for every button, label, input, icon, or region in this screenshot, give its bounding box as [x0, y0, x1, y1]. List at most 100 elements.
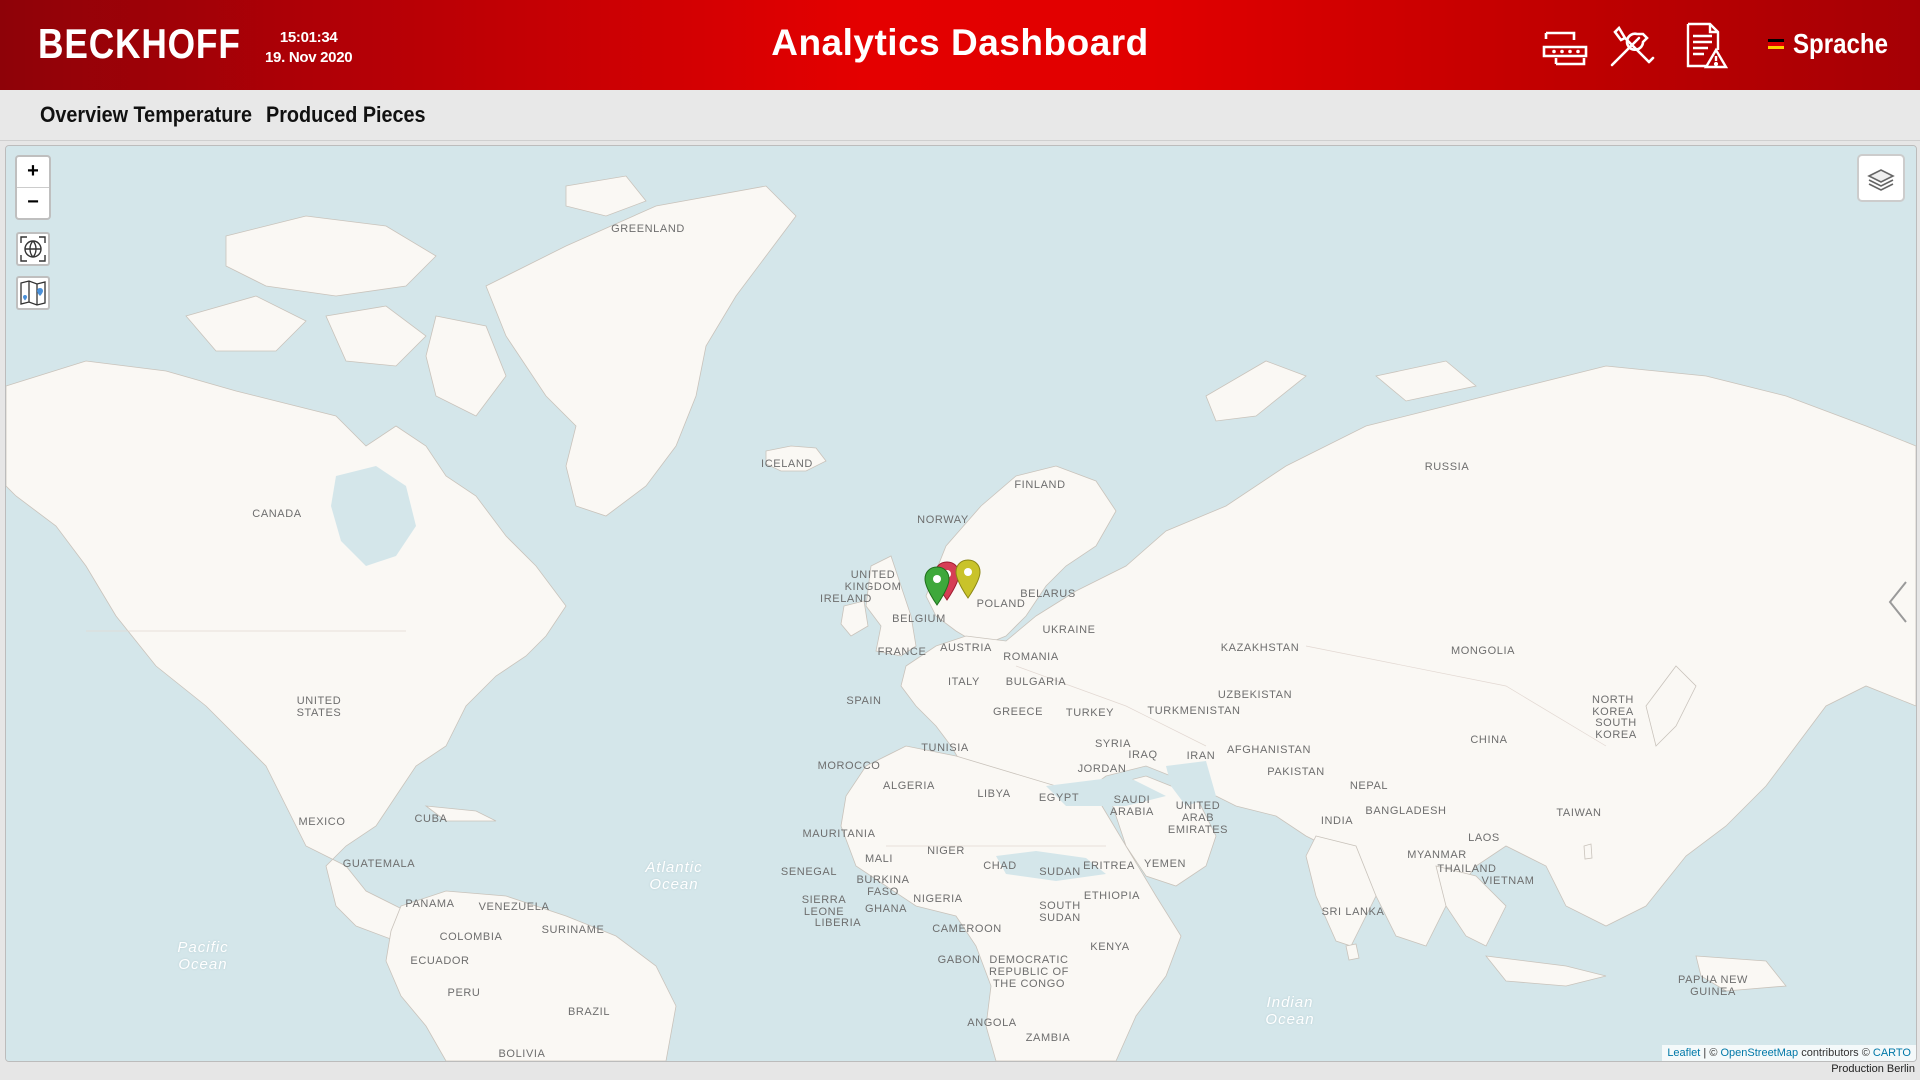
- zoom-out-button[interactable]: −: [17, 187, 49, 218]
- map-label: BURKINA FASO: [856, 874, 910, 898]
- map-label: DEMOCRATIC REPUBLIC OF THE CONGO: [989, 954, 1069, 990]
- map-label: NIGERIA: [913, 893, 963, 905]
- map-label: IRELAND: [820, 593, 872, 605]
- map-label: INDIA: [1320, 815, 1354, 827]
- map-label: GUATEMALA: [342, 858, 416, 870]
- map-label: SOUTH KOREA: [1595, 717, 1637, 741]
- map-label: IRAQ: [1128, 749, 1158, 761]
- locate-map-icon[interactable]: [16, 276, 50, 310]
- header-bar: BECKHOFF 15:01:34 19. Nov 2020 Analytics…: [0, 0, 1920, 90]
- map-label: JORDAN: [1077, 763, 1127, 775]
- zoom-control: + −: [15, 155, 51, 220]
- ocean-label: Indian Ocean: [1265, 994, 1315, 1028]
- map-label: MAURITANIA: [802, 828, 876, 840]
- map-attribution: Leaflet | © OpenStreetMap contributors ©…: [1662, 1045, 1916, 1061]
- map-label: FINLAND: [1014, 479, 1066, 491]
- map-label: CHINA: [1470, 734, 1508, 746]
- map-label: ITALY: [948, 676, 980, 688]
- layers-icon[interactable]: [1857, 154, 1905, 202]
- map-label: NORTH KOREA: [1592, 694, 1634, 718]
- map-label: SRI LANKA: [1321, 906, 1385, 918]
- map-label: PERU: [447, 987, 481, 999]
- language-selector[interactable]: Sprache: [1768, 28, 1904, 60]
- map-label: BRAZIL: [567, 1006, 611, 1018]
- map-label: LIBERIA: [814, 917, 862, 929]
- map-label: POLAND: [976, 598, 1026, 610]
- map-label: TUNISIA: [921, 742, 969, 754]
- map-label: AUSTRIA: [940, 642, 992, 654]
- map-label: FRANCE: [877, 646, 927, 658]
- map-label: NORWAY: [917, 514, 969, 526]
- map-label: PAPUA NEW GUINEA: [1678, 974, 1748, 998]
- status-text: Production Berlin: [1831, 1063, 1915, 1075]
- map-label: CHAD: [983, 860, 1017, 872]
- map-label: SURINAME: [541, 924, 605, 936]
- map-label: ROMANIA: [1003, 651, 1059, 663]
- tab-produced-pieces[interactable]: Produced Pieces: [266, 102, 426, 128]
- map-label: UNITED STATES: [296, 695, 342, 719]
- map-label: SIERRA LEONE: [801, 894, 847, 918]
- map-label: SUDAN: [1039, 866, 1081, 878]
- map-label: SAUDI ARABIA: [1110, 794, 1154, 818]
- map-label: ALGERIA: [883, 780, 935, 792]
- carto-link[interactable]: CARTO: [1873, 1047, 1911, 1059]
- map-label: ECUADOR: [410, 955, 470, 967]
- map-label: TURKMENISTAN: [1147, 705, 1241, 717]
- map-label: BELARUS: [1020, 588, 1076, 600]
- tab-overview-temperature[interactable]: Overview Temperature: [40, 102, 252, 128]
- map-label: ZAMBIA: [1025, 1032, 1071, 1044]
- navigation-bar: Overview Temperature Produced Pieces: [0, 90, 1920, 141]
- map-marker-green[interactable]: [924, 566, 950, 606]
- leaflet-link[interactable]: Leaflet: [1667, 1047, 1700, 1059]
- map-marker-yellow[interactable]: [955, 559, 981, 599]
- map-label: BELGIUM: [892, 613, 946, 625]
- map-label: MOROCCO: [817, 760, 881, 772]
- map-label: MEXICO: [298, 816, 346, 828]
- map-label: SENEGAL: [780, 866, 838, 878]
- map-label: VIETNAM: [1481, 875, 1535, 887]
- map-label: UKRAINE: [1042, 624, 1096, 636]
- map-label: LAOS: [1468, 832, 1500, 844]
- alarm-document-icon[interactable]: [1680, 20, 1730, 70]
- map-label: BULGARIA: [1005, 676, 1067, 688]
- map-label: GABON: [937, 954, 981, 966]
- map-label: BANGLADESH: [1365, 805, 1447, 817]
- map-label: AFGHANISTAN: [1226, 744, 1312, 756]
- map-label: KENYA: [1090, 941, 1130, 953]
- openstreetmap-link[interactable]: OpenStreetMap: [1720, 1047, 1798, 1059]
- map-label: ERITREA: [1083, 860, 1135, 872]
- map-label: SPAIN: [846, 695, 882, 707]
- map-label: CAMEROON: [932, 923, 1002, 935]
- zoom-in-button[interactable]: +: [17, 157, 49, 187]
- language-label: Sprache: [1793, 28, 1889, 59]
- map-label: BOLIVIA: [498, 1048, 546, 1060]
- connection-icon[interactable]: [1540, 20, 1590, 70]
- world-map[interactable]: GREENLAND ICELAND CANADA UNITED STATES M…: [5, 145, 1917, 1062]
- fullscreen-icon[interactable]: [16, 232, 50, 266]
- map-label: MYANMAR: [1407, 849, 1467, 861]
- map-label: NIGER: [927, 845, 965, 857]
- map-label: MONGOLIA: [1450, 645, 1516, 657]
- map-label: UNITED KINGDOM: [844, 569, 902, 593]
- map-label: TAIWAN: [1556, 807, 1602, 819]
- map-label: NEPAL: [1349, 780, 1389, 792]
- tools-icon[interactable]: [1607, 20, 1657, 70]
- map-label: THAILAND: [1437, 863, 1497, 875]
- map-label: SOUTH SUDAN: [1039, 900, 1081, 924]
- map-label: MALI: [864, 853, 894, 865]
- map-label: PAKISTAN: [1267, 766, 1325, 778]
- map-label: EGYPT: [1038, 792, 1080, 804]
- map-label: SYRIA: [1094, 738, 1132, 750]
- attribution-text: contributors ©: [1798, 1047, 1873, 1059]
- map-label: PANAMA: [405, 898, 455, 910]
- map-label: RUSSIA: [1424, 461, 1470, 473]
- chevron-left-icon[interactable]: [1886, 578, 1910, 626]
- map-label: TURKEY: [1065, 707, 1115, 719]
- ocean-label: Atlantic Ocean: [645, 859, 703, 893]
- attribution-separator: | ©: [1700, 1047, 1721, 1059]
- map-label: CANADA: [252, 508, 302, 520]
- map-label: UZBEKISTAN: [1217, 689, 1293, 701]
- map-label: ICELAND: [761, 458, 813, 470]
- map-label: IRAN: [1186, 750, 1216, 762]
- map-label: ETHIOPIA: [1083, 890, 1141, 902]
